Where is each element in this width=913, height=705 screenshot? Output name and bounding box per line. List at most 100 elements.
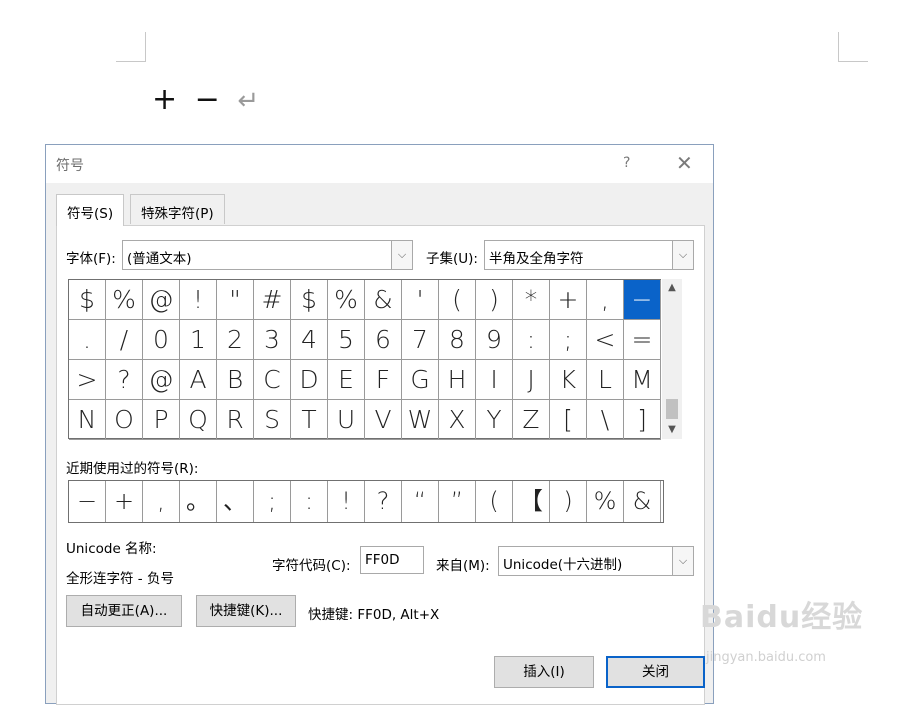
recent-symbol-cell[interactable]: “ bbox=[402, 481, 439, 522]
symbol-cell[interactable]: Q bbox=[180, 400, 217, 440]
symbol-cell[interactable]: T bbox=[291, 400, 328, 440]
scroll-down-icon[interactable]: ▼ bbox=[662, 421, 682, 439]
symbol-cell[interactable]: > bbox=[69, 360, 106, 400]
recent-symbol-cell[interactable]: ! bbox=[328, 481, 365, 522]
recent-symbol-cell[interactable]: ? bbox=[365, 481, 402, 522]
recent-symbol-cell[interactable]: + bbox=[106, 481, 143, 522]
symbol-cell[interactable]: : bbox=[513, 320, 550, 360]
symbol-cell[interactable]: 3 bbox=[254, 320, 291, 360]
from-select[interactable]: Unicode(十六进制) ⌵ bbox=[498, 546, 694, 576]
symbol-cell[interactable]: 5 bbox=[328, 320, 365, 360]
symbol-cell[interactable]: P bbox=[143, 400, 180, 440]
recent-symbol-cell[interactable]: , bbox=[143, 481, 180, 522]
symbol-cell[interactable]: K bbox=[550, 360, 587, 400]
symbol-cell[interactable]: ? bbox=[106, 360, 143, 400]
symbol-cell[interactable]: A bbox=[180, 360, 217, 400]
symbol-cell[interactable]: V bbox=[365, 400, 402, 440]
symbol-cell[interactable]: % bbox=[106, 280, 143, 320]
symbol-cell[interactable]: − bbox=[624, 280, 661, 320]
insert-button[interactable]: 插入(I) bbox=[494, 656, 594, 688]
symbol-cell[interactable]: M bbox=[624, 360, 661, 400]
symbol-cell[interactable]: + bbox=[550, 280, 587, 320]
symbol-cell[interactable]: Z bbox=[513, 400, 550, 440]
symbol-cell[interactable]: * bbox=[513, 280, 550, 320]
symbol-cell[interactable]: $ bbox=[291, 280, 328, 320]
symbol-cell[interactable]: U bbox=[328, 400, 365, 440]
recent-symbol-cell[interactable]: 、 bbox=[217, 481, 254, 522]
symbol-cell[interactable]: ' bbox=[402, 280, 439, 320]
symbol-cell[interactable]: ) bbox=[476, 280, 513, 320]
symbol-cell[interactable]: W bbox=[402, 400, 439, 440]
symbol-cell[interactable]: 8 bbox=[439, 320, 476, 360]
symbol-cell[interactable]: @ bbox=[143, 360, 180, 400]
symbol-cell[interactable]: Y bbox=[476, 400, 513, 440]
chevron-down-icon[interactable]: ⌵ bbox=[391, 241, 412, 269]
recent-symbol-cell[interactable]: % bbox=[587, 481, 624, 522]
symbol-cell[interactable]: @ bbox=[143, 280, 180, 320]
symbol-cell[interactable]: H bbox=[439, 360, 476, 400]
symbol-cell[interactable]: ] bbox=[624, 400, 661, 440]
symbol-cell[interactable]: < bbox=[587, 320, 624, 360]
symbol-cell[interactable]: . bbox=[69, 320, 106, 360]
symbol-cell[interactable]: L bbox=[587, 360, 624, 400]
recent-symbol-cell[interactable]: − bbox=[69, 481, 106, 522]
symbol-cell[interactable]: / bbox=[106, 320, 143, 360]
symbol-cell[interactable]: , bbox=[587, 280, 624, 320]
symbol-grid-scrollbar[interactable]: ▲ ▼ bbox=[662, 279, 682, 439]
symbol-cell[interactable]: 6 bbox=[365, 320, 402, 360]
chevron-down-icon[interactable]: ⌵ bbox=[672, 241, 693, 269]
symbol-cell[interactable]: [ bbox=[550, 400, 587, 440]
recent-symbol-cell[interactable]: 。 bbox=[180, 481, 217, 522]
symbol-cell[interactable]: D bbox=[291, 360, 328, 400]
recent-symbol-cell[interactable]: 【 bbox=[513, 481, 550, 522]
recent-symbol-cell[interactable]: ( bbox=[476, 481, 513, 522]
tab-symbols[interactable]: 符号(S) bbox=[56, 194, 125, 226]
symbol-cell[interactable]: " bbox=[217, 280, 254, 320]
recent-symbol-cell[interactable]: ; bbox=[254, 481, 291, 522]
symbol-cell[interactable]: 2 bbox=[217, 320, 254, 360]
symbol-cell[interactable]: ( bbox=[439, 280, 476, 320]
symbol-cell[interactable]: X bbox=[439, 400, 476, 440]
symbol-cell[interactable]: & bbox=[365, 280, 402, 320]
document-text[interactable]: + − ↵ bbox=[152, 82, 263, 117]
symbol-cell[interactable]: F bbox=[365, 360, 402, 400]
subset-select[interactable]: 半角及全角字符 ⌵ bbox=[484, 240, 694, 270]
chevron-down-icon[interactable]: ⌵ bbox=[672, 547, 693, 575]
recent-symbol-cell[interactable]: : bbox=[291, 481, 328, 522]
scroll-thumb[interactable] bbox=[666, 399, 678, 419]
symbol-cell[interactable]: = bbox=[624, 320, 661, 360]
symbol-cell[interactable]: I bbox=[476, 360, 513, 400]
recent-symbol-cell[interactable]: & bbox=[624, 481, 661, 522]
close-icon[interactable]: ✕ bbox=[676, 151, 693, 175]
symbol-cell[interactable]: # bbox=[254, 280, 291, 320]
symbol-cell[interactable]: N bbox=[69, 400, 106, 440]
symbol-cell[interactable]: G bbox=[402, 360, 439, 400]
symbol-cell[interactable]: % bbox=[328, 280, 365, 320]
tab-special-characters[interactable]: 特殊字符(P) bbox=[130, 194, 225, 224]
help-button[interactable]: ? bbox=[623, 155, 630, 171]
symbol-cell[interactable]: 7 bbox=[402, 320, 439, 360]
symbol-cell[interactable]: S bbox=[254, 400, 291, 440]
symbol-cell[interactable]: ; bbox=[550, 320, 587, 360]
symbol-cell[interactable]: R bbox=[217, 400, 254, 440]
symbol-cell[interactable]: B bbox=[217, 360, 254, 400]
scroll-up-icon[interactable]: ▲ bbox=[662, 279, 682, 297]
font-select[interactable]: (普通文本) ⌵ bbox=[122, 240, 413, 270]
symbol-cell[interactable]: C bbox=[254, 360, 291, 400]
recent-symbol-cell[interactable]: ” bbox=[439, 481, 476, 522]
char-code-input[interactable]: FF0D bbox=[360, 546, 424, 574]
symbol-cell[interactable]: \ bbox=[587, 400, 624, 440]
symbol-cell[interactable]: 1 bbox=[180, 320, 217, 360]
autocorrect-button[interactable]: 自动更正(A)... bbox=[66, 595, 182, 627]
shortcut-key-button[interactable]: 快捷键(K)... bbox=[196, 595, 296, 627]
close-button[interactable]: 关闭 bbox=[606, 656, 705, 688]
symbol-cell[interactable]: ! bbox=[180, 280, 217, 320]
symbol-cell[interactable]: 4 bbox=[291, 320, 328, 360]
symbol-cell[interactable]: E bbox=[328, 360, 365, 400]
symbol-cell[interactable]: J bbox=[513, 360, 550, 400]
symbol-cell[interactable]: 0 bbox=[143, 320, 180, 360]
symbol-cell[interactable]: $ bbox=[69, 280, 106, 320]
symbol-cell[interactable]: 9 bbox=[476, 320, 513, 360]
symbol-cell[interactable]: O bbox=[106, 400, 143, 440]
recent-symbol-cell[interactable]: ) bbox=[550, 481, 587, 522]
